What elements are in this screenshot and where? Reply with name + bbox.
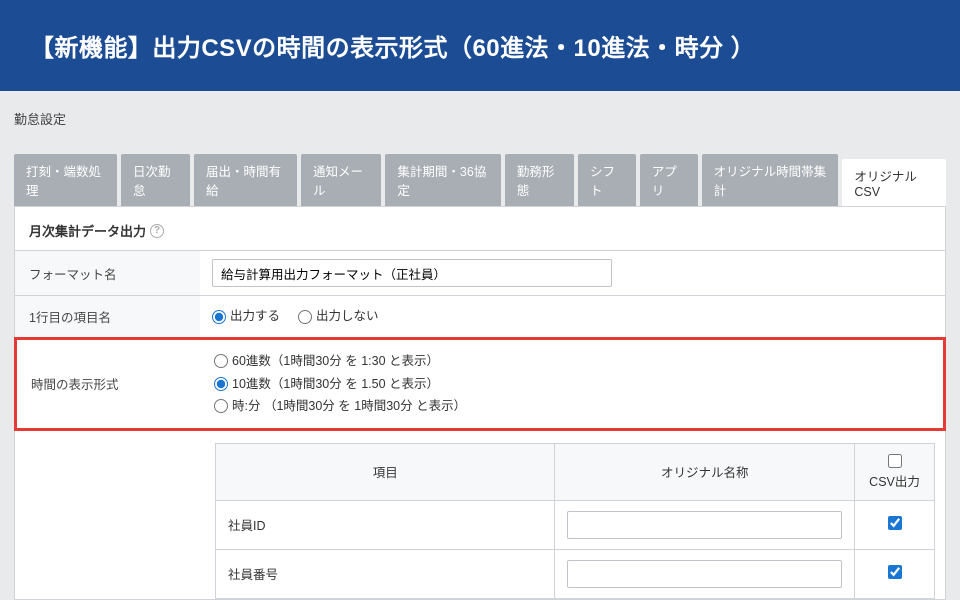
- field-header-output: 出力する 出力しない: [200, 297, 945, 336]
- tab-bar: 打刻・端数処理 日次勤怠 届出・時間有給 通知メール 集計期間・36協定 勤務形…: [0, 138, 960, 206]
- page-title: 勤怠設定: [0, 91, 960, 138]
- cell-csv: [855, 500, 935, 549]
- cell-csv: [855, 549, 935, 598]
- radio-header-no-label: 出力しない: [316, 305, 379, 328]
- table-row: 社員番号: [216, 549, 935, 598]
- tab-requests-paid[interactable]: 届出・時間有給: [194, 154, 297, 206]
- columns-table: 項目 オリジナル名称 CSV出力 社員ID 社員番号: [215, 443, 935, 599]
- input-original-name[interactable]: [567, 511, 842, 539]
- radio-time-10[interactable]: 10進数（1時間30分 を 1.50 と表示）: [214, 373, 931, 396]
- tab-app[interactable]: アプリ: [640, 154, 698, 206]
- tab-shift[interactable]: シフト: [578, 154, 636, 206]
- tab-period-36[interactable]: 集計期間・36協定: [385, 154, 500, 206]
- field-time-format: 60進数（1時間30分 を 1:30 と表示） 10進数（1時間30分 を 1.…: [202, 340, 943, 428]
- tab-punch-rounding[interactable]: 打刻・端数処理: [14, 154, 117, 206]
- label-header-output: 1行目の項目名: [15, 296, 200, 337]
- cell-item: 社員ID: [216, 500, 555, 549]
- settings-panel: 月次集計データ出力 ? フォーマット名 1行目の項目名 出力する 出力しない 時…: [14, 206, 946, 600]
- tab-daily-attendance[interactable]: 日次勤怠: [121, 154, 190, 206]
- help-icon[interactable]: ?: [150, 224, 164, 238]
- tab-original-range[interactable]: オリジナル時間帯集計: [702, 154, 839, 206]
- label-time-format: 時間の表示形式: [17, 340, 202, 428]
- tab-original-csv[interactable]: オリジナルCSV: [842, 159, 946, 206]
- cell-item: 社員番号: [216, 549, 555, 598]
- radio-header-yes[interactable]: 出力する: [212, 305, 280, 328]
- feature-banner: 【新機能】出力CSVの時間の表示形式（60進法・10進法・時分 ）: [0, 0, 960, 91]
- input-format-name[interactable]: [212, 259, 612, 287]
- th-original: オリジナル名称: [555, 443, 855, 500]
- radio-header-yes-label: 出力する: [230, 305, 280, 328]
- table-row: 社員ID: [216, 500, 935, 549]
- tab-work-style[interactable]: 勤務形態: [505, 154, 574, 206]
- input-original-name[interactable]: [567, 560, 842, 588]
- th-item: 項目: [216, 443, 555, 500]
- cell-original: [555, 549, 855, 598]
- section-title-text: 月次集計データ出力: [29, 221, 146, 240]
- tab-notify-mail[interactable]: 通知メール: [301, 154, 381, 206]
- radio-time-hm-input[interactable]: [214, 399, 228, 413]
- row-format-name: フォーマット名: [15, 250, 945, 295]
- cell-original: [555, 500, 855, 549]
- radio-time-60[interactable]: 60進数（1時間30分 を 1:30 と表示）: [214, 350, 931, 373]
- radio-header-yes-input[interactable]: [212, 310, 226, 324]
- radio-header-no[interactable]: 出力しない: [298, 305, 379, 328]
- checkbox-csv-row[interactable]: [888, 516, 902, 530]
- checkbox-csv-row[interactable]: [888, 565, 902, 579]
- radio-time-10-label: 10進数（1時間30分 を 1.50 と表示）: [232, 373, 439, 396]
- row-time-format: 時間の表示形式 60進数（1時間30分 を 1:30 と表示） 10進数（1時間…: [14, 337, 946, 431]
- radio-time-hm[interactable]: 時:分 （1時間30分 を 1時間30分 と表示）: [214, 395, 931, 418]
- radio-time-10-input[interactable]: [214, 377, 228, 391]
- field-format-name: [200, 251, 945, 295]
- row-header-output: 1行目の項目名 出力する 出力しない: [15, 295, 945, 337]
- th-csv-label: CSV出力: [869, 475, 920, 489]
- radio-header-no-input[interactable]: [298, 310, 312, 324]
- radio-time-60-label: 60進数（1時間30分 を 1:30 と表示）: [232, 350, 439, 373]
- table-header-row: 項目 オリジナル名称 CSV出力: [216, 443, 935, 500]
- checkbox-csv-all[interactable]: [888, 454, 902, 468]
- section-title: 月次集計データ出力 ?: [15, 221, 945, 250]
- label-format-name: フォーマット名: [15, 251, 200, 295]
- th-csv: CSV出力: [855, 443, 935, 500]
- radio-time-hm-label: 時:分 （1時間30分 を 1時間30分 と表示）: [232, 395, 466, 418]
- radio-time-60-input[interactable]: [214, 354, 228, 368]
